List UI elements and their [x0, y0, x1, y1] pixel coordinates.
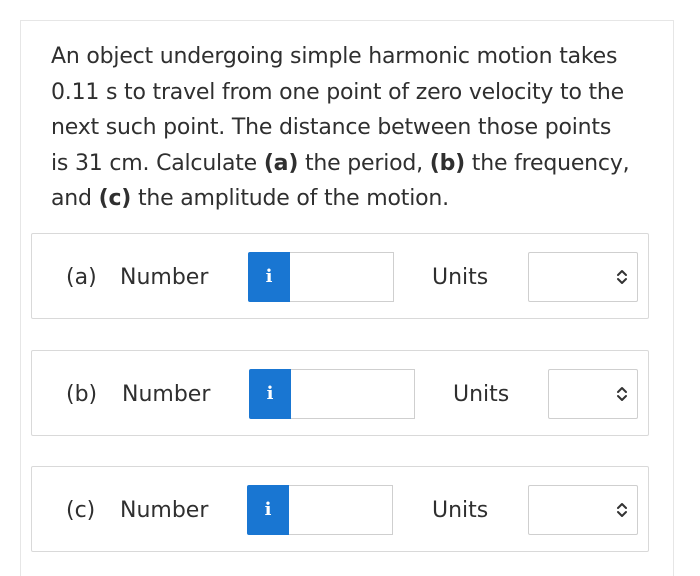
- units-label-a: Units: [432, 265, 489, 290]
- info-icon[interactable]: i: [248, 252, 290, 302]
- number-input-b[interactable]: [291, 369, 415, 419]
- units-label-b: Units: [453, 382, 510, 407]
- part-c-marker: (c): [98, 186, 132, 211]
- number-label-a: Number: [120, 265, 209, 290]
- number-label-c: Number: [120, 498, 209, 523]
- info-icon[interactable]: i: [247, 485, 289, 535]
- part-b-marker: (b): [429, 150, 465, 176]
- number-input-c[interactable]: [289, 485, 393, 535]
- question-line-4-end: the frequency,: [465, 150, 630, 176]
- number-label-b: Number: [122, 382, 211, 407]
- chevron-up-down-icon: [617, 503, 627, 517]
- part-label-b: (b): [66, 382, 98, 407]
- units-label-c: Units: [432, 498, 489, 523]
- info-icon[interactable]: i: [249, 369, 291, 419]
- question-line-5-start: and: [51, 186, 99, 211]
- answer-row-c: (c) Number i Units: [31, 466, 649, 552]
- units-select-c[interactable]: [528, 485, 638, 535]
- chevron-up-down-icon: [617, 270, 627, 284]
- question-line-4-middle: the period,: [298, 150, 430, 176]
- units-select-a[interactable]: [528, 252, 638, 302]
- units-select-b[interactable]: [548, 369, 638, 419]
- question-line-4-start: is 31 cm. Calculate: [51, 150, 264, 176]
- part-label-c: (c): [66, 498, 96, 523]
- number-input-a[interactable]: [290, 252, 394, 302]
- question-line-1: An object undergoing simple harmonic mot…: [51, 44, 618, 69]
- chevron-up-down-icon: [617, 387, 627, 401]
- part-a-marker: (a): [263, 150, 299, 176]
- question-line-2: 0.11 s to travel from one point of zero …: [51, 79, 624, 105]
- question-text: An object undergoing simple harmonic mot…: [51, 39, 661, 217]
- answer-row-a: (a) Number i Units: [31, 233, 649, 319]
- question-line-5-end: the amplitude of the motion.: [131, 186, 449, 211]
- answer-row-b: (b) Number i Units: [31, 350, 649, 436]
- part-label-a: (a): [66, 265, 97, 290]
- question-line-3: next such point. The distance between th…: [51, 115, 612, 140]
